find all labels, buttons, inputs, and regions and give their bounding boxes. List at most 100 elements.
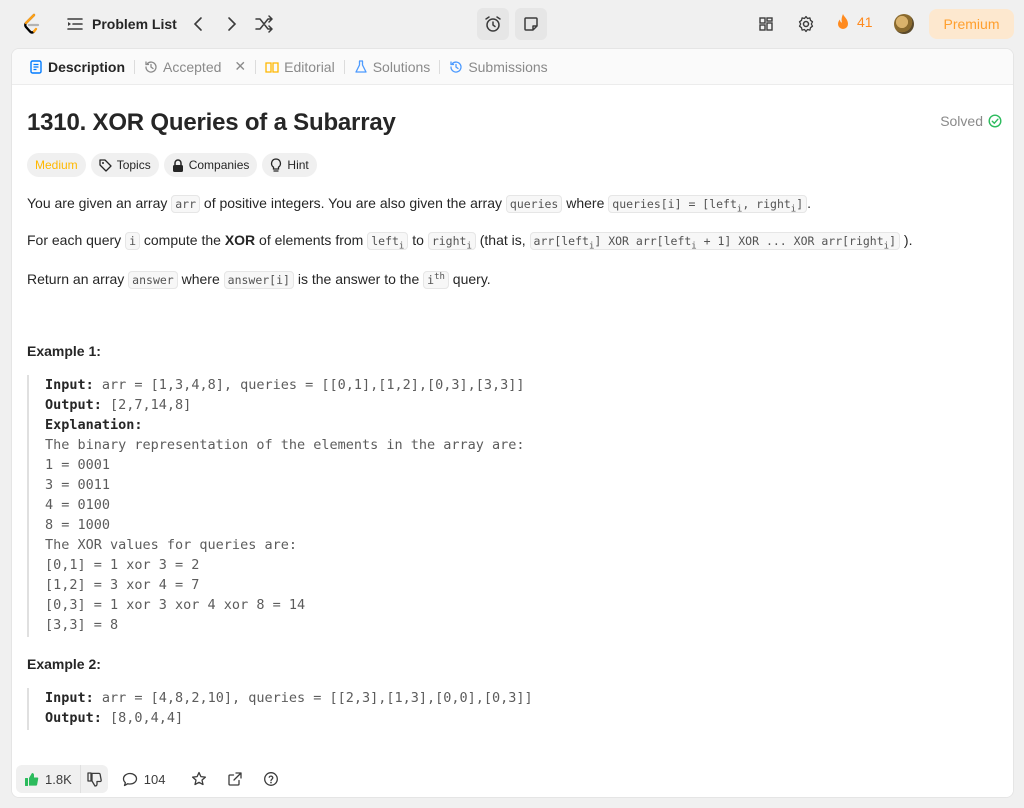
problem-list-button[interactable]: Problem List xyxy=(66,12,177,36)
inline-code: answer xyxy=(128,270,178,289)
text: + 1] XOR ... XOR arr[right xyxy=(696,234,884,248)
input-value: arr = [4,8,2,10], queries = [[2,3],[1,3]… xyxy=(93,690,533,706)
output-value: [2,7,14,8] xyxy=(101,397,192,413)
help-button[interactable] xyxy=(263,771,279,787)
example-2-block: Input: arr = [4,8,2,10], queries = [[2,3… xyxy=(27,688,533,730)
share-button[interactable] xyxy=(227,771,243,787)
tag-label: Topics xyxy=(116,158,151,172)
user-avatar[interactable] xyxy=(894,14,914,34)
check-circle-icon xyxy=(988,114,1002,128)
streak-counter[interactable]: 41 xyxy=(835,13,873,31)
text: queries[i] = [left xyxy=(612,197,737,211)
superscript: th xyxy=(434,272,445,282)
input-label: Input: xyxy=(45,690,94,706)
settings-button[interactable] xyxy=(796,14,816,34)
example-input-line: Input: arr = [1,3,4,8], queries = [[0,1]… xyxy=(45,375,525,395)
explanation-line: [3,3] = 8 xyxy=(45,617,119,633)
hint-tag[interactable]: Hint xyxy=(262,153,317,177)
text: Return an array xyxy=(27,270,129,287)
text: of elements from xyxy=(255,232,368,248)
tab-solutions[interactable]: Solutions xyxy=(349,59,436,75)
text: ] xyxy=(796,197,804,211)
example-output-line: Output: [8,0,4,4] xyxy=(45,708,533,728)
random-problem-button[interactable] xyxy=(252,12,276,36)
close-icon[interactable]: ✕ xyxy=(234,58,246,75)
streak-count: 41 xyxy=(857,14,873,30)
subscript: i xyxy=(466,241,472,252)
description-panel: Description Accepted ✕ Editorial Solutio… xyxy=(11,48,1014,798)
inline-code: ith xyxy=(423,270,449,289)
chevron-left-icon xyxy=(193,17,202,31)
text: is the answer to the xyxy=(293,270,424,287)
text: ). xyxy=(900,232,913,248)
thumbs-up-icon xyxy=(25,772,39,786)
output-label: Output: xyxy=(45,397,102,413)
inline-code: queries xyxy=(505,195,563,213)
tag-label: Companies xyxy=(188,158,250,172)
tab-divider xyxy=(343,59,345,74)
problem-tags: Medium Topics Companies Hint xyxy=(27,153,317,177)
bold-text: XOR xyxy=(224,232,256,248)
text: arr[left xyxy=(533,234,589,248)
comment-icon xyxy=(122,772,137,786)
text: For each query xyxy=(27,232,126,248)
tab-description[interactable]: Description xyxy=(24,59,130,75)
example-output-line: Output: [2,7,14,8] xyxy=(45,395,525,415)
shuffle-icon xyxy=(255,15,273,33)
explanation-line: [0,3] = 1 xor 3 xor 4 xor 8 = 14 xyxy=(45,597,306,613)
lock-icon xyxy=(172,158,183,172)
tag-icon xyxy=(99,158,112,172)
favorite-button[interactable] xyxy=(191,771,207,787)
solved-label: Solved xyxy=(940,113,983,129)
panel-tabbar: Description Accepted ✕ Editorial Solutio… xyxy=(12,49,1013,85)
description-paragraph-3: Return an array answer where answer[i] i… xyxy=(27,267,491,290)
inline-code: queries[i] = [lefti, righti] xyxy=(608,195,808,214)
explanation-label: Explanation: xyxy=(45,417,143,433)
inline-code: lefti xyxy=(367,232,409,251)
flask-icon xyxy=(355,59,367,73)
example-2-title: Example 2: xyxy=(27,656,101,672)
explanation-line: 1 = 0001 xyxy=(45,457,111,473)
explanation-line: [1,2] = 3 xor 4 = 7 xyxy=(45,577,200,593)
history-icon xyxy=(145,60,157,73)
prev-problem-button[interactable] xyxy=(188,12,208,36)
example-1-block: Input: arr = [1,3,4,8], queries = [[0,1]… xyxy=(27,375,525,637)
companies-tag[interactable]: Companies xyxy=(163,153,258,177)
history-icon xyxy=(450,60,462,73)
inline-code: i xyxy=(125,232,140,250)
example-input-line: Input: arr = [4,8,2,10], queries = [[2,3… xyxy=(45,688,533,708)
output-label: Output: xyxy=(45,710,102,726)
chevron-right-icon xyxy=(228,17,237,31)
lightbulb-icon xyxy=(271,158,282,172)
tab-submissions[interactable]: Submissions xyxy=(444,59,552,75)
list-icon xyxy=(66,15,84,33)
solved-status: Solved xyxy=(940,113,1002,129)
text: ] xyxy=(889,234,897,248)
topics-tag[interactable]: Topics xyxy=(90,153,159,177)
layout-grid-icon xyxy=(759,17,773,31)
tab-label: Description xyxy=(48,58,126,75)
comments-button[interactable]: 104 xyxy=(122,771,166,787)
text: where xyxy=(562,195,609,211)
star-icon xyxy=(192,771,207,786)
text: (that is, xyxy=(475,232,530,248)
tab-accepted[interactable]: Accepted ✕ xyxy=(139,58,251,75)
dislike-button[interactable] xyxy=(79,765,108,793)
notes-button[interactable] xyxy=(515,8,547,40)
input-label: Input: xyxy=(45,377,94,393)
inline-code: answer[i] xyxy=(223,270,294,289)
explanation-label-line: Explanation: xyxy=(45,415,525,435)
premium-button[interactable]: Premium xyxy=(929,9,1014,39)
layout-button[interactable] xyxy=(756,14,776,34)
next-problem-button[interactable] xyxy=(222,12,242,36)
comment-count: 104 xyxy=(143,771,166,787)
explanation-line: The XOR values for queries are: xyxy=(45,537,297,553)
text: ] XOR arr[left xyxy=(594,234,692,248)
text: , right xyxy=(742,197,791,211)
like-button[interactable]: 1.8K xyxy=(16,772,80,787)
leetcode-logo-icon[interactable] xyxy=(20,12,44,36)
inline-code: arr xyxy=(171,195,201,213)
thumbs-down-icon xyxy=(87,771,102,787)
tab-editorial[interactable]: Editorial xyxy=(260,59,340,75)
timer-button[interactable] xyxy=(477,8,509,40)
